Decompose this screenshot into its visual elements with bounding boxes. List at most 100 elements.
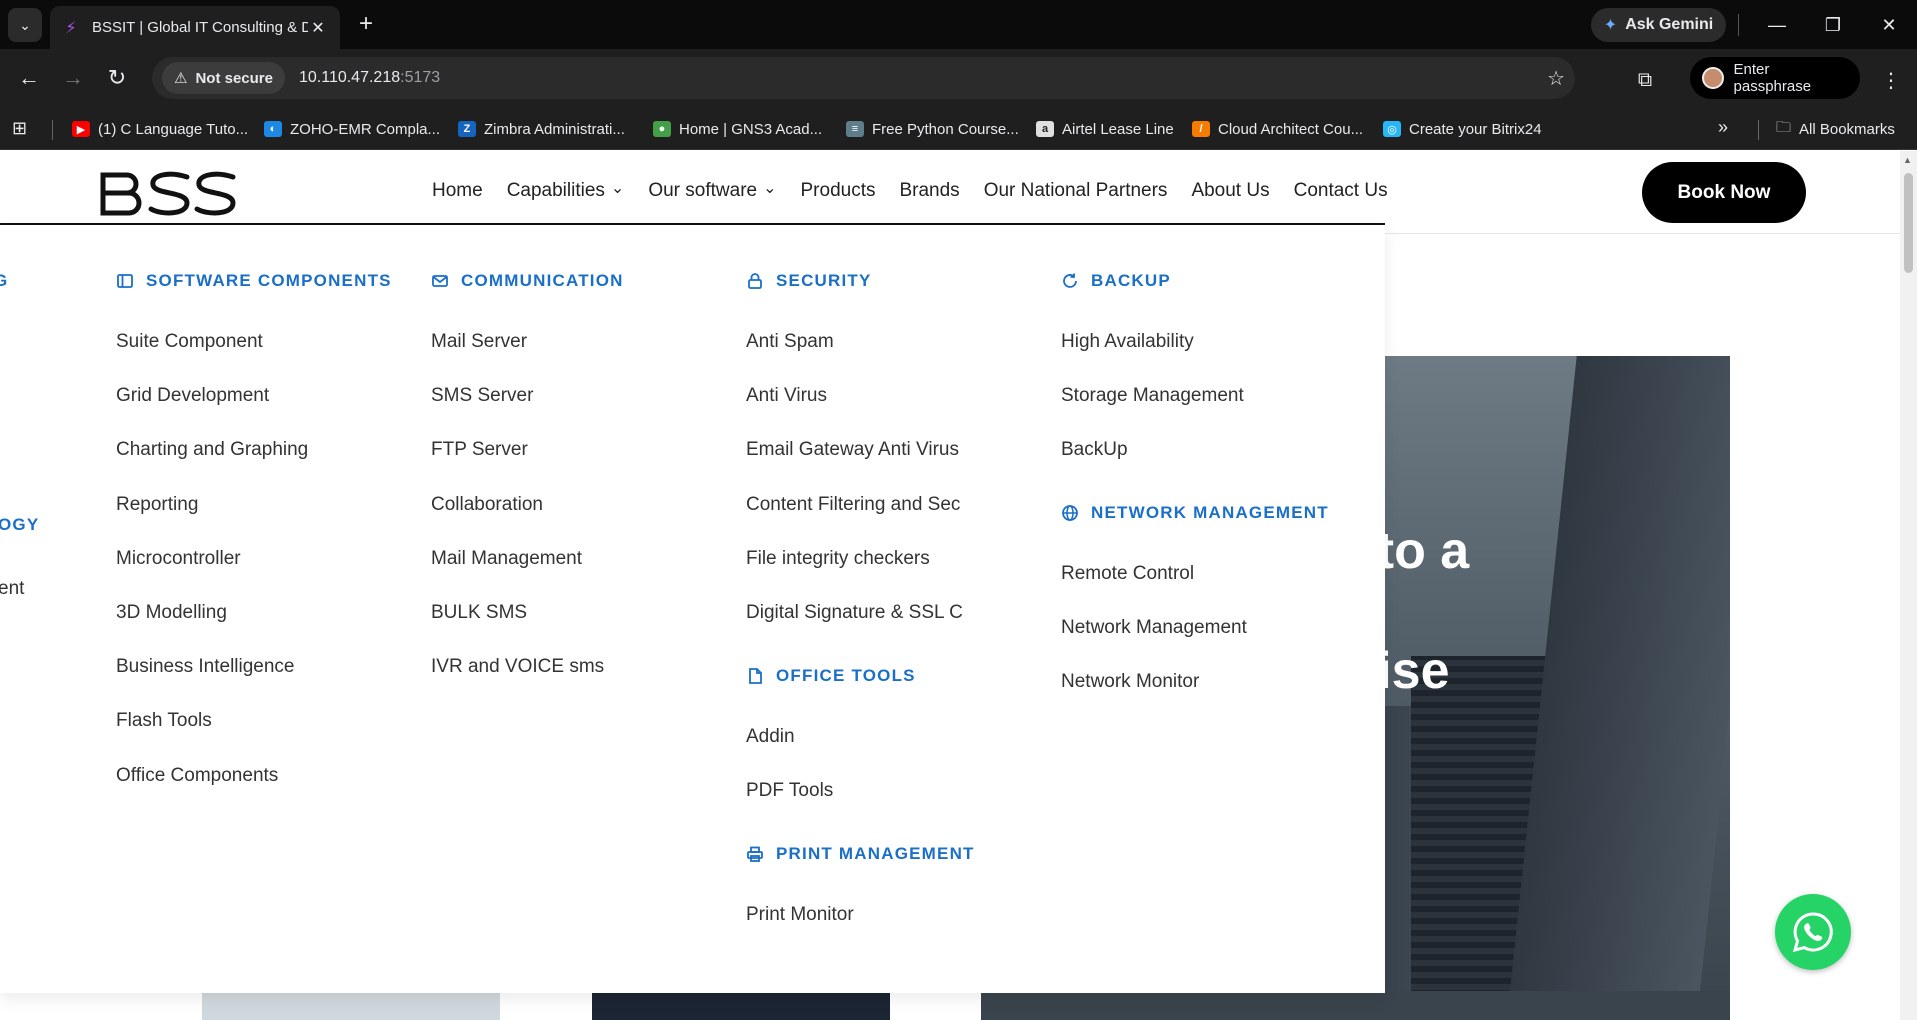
nav-item-our-national-partners[interactable]: Our National Partners [984,180,1168,202]
site-favicon-icon: ⚡ [65,19,77,37]
bookmark-item[interactable]: Z Zimbra Administrati... [458,117,625,141]
bookmark-item[interactable]: ▶ (1) C Language Tuto... [72,117,248,141]
menu-item[interactable]: SMS Server [431,385,533,407]
browser-tab-active[interactable]: ⚡ BSSIT | Global IT Consulting & D ✕ [50,6,340,49]
nav-item-label: Home [432,180,483,201]
card-thumbnail [981,991,1730,1020]
nav-item-label: Our software [648,180,758,201]
bookmark-label: Airtel Lease Line [1062,120,1174,138]
close-window-icon[interactable]: ✕ [1866,8,1912,42]
menu-item[interactable]: Anti Spam [746,331,834,353]
scrollbar-thumb[interactable] [1904,173,1913,273]
bookmark-star-icon[interactable]: ☆ [1547,66,1565,91]
refresh-icon [1063,273,1077,288]
scroll-up-arrow-icon[interactable]: ▲ [1903,155,1912,165]
page-scrollbar[interactable]: ▲ [1900,151,1917,1020]
whatsapp-icon [1792,912,1833,953]
apps-grid-icon[interactable]: ⊞ [12,118,27,139]
menu-item[interactable]: Anti Virus [746,385,827,407]
menu-item[interactable]: Storage Management [1061,385,1244,407]
menu-item[interactable]: High Availability [1061,331,1194,353]
minimize-icon[interactable]: — [1754,8,1800,42]
menu-item[interactable]: Remote Control [1061,563,1194,585]
menu-item[interactable]: Office Components [116,765,278,787]
bookmark-item[interactable]: / Cloud Architect Cou... [1192,117,1363,141]
warning-triangle-icon: ⚠ [174,70,188,87]
avatar [1702,67,1724,89]
address-bar[interactable]: ⚠ Not secure 10.110.47.218:5173 ☆ [152,57,1575,99]
nav-item-capabilities[interactable]: Capabilities ⌄ [507,180,625,202]
reload-icon[interactable]: ↻ [100,61,134,95]
bookmark-favicon-icon: / [1192,121,1210,137]
all-bookmarks-button[interactable]: 🗀 All Bookmarks [1776,117,1895,142]
menu-item[interactable]: Network Monitor [1061,671,1199,693]
kebab-menu-icon[interactable]: ⋮ [1874,63,1908,97]
chevron-down-icon: ⌄ [763,180,777,197]
ask-gemini-button[interactable]: ✦ Ask Gemini [1591,8,1726,42]
window-controls-divider [1738,14,1739,36]
menu-item[interactable]: Mail Server [431,331,527,353]
nav-item-about-us[interactable]: About Us [1191,180,1269,202]
menu-item[interactable]: 3D Modelling [116,602,227,624]
bookmarks-divider [52,120,53,140]
nav-item-contact-us[interactable]: Contact Us [1294,180,1388,202]
bookmark-item[interactable]: ● Home | GNS3 Acad... [653,117,822,141]
menu-item[interactable]: Print Monitor [746,904,854,926]
tab-search-chevron-icon[interactable]: ⌄ [8,8,42,42]
bookmark-item[interactable]: ◎ Create your Bitrix24 [1383,117,1542,141]
gemini-spark-icon: ✦ [1603,17,1618,34]
menu-item[interactable]: File integrity checkers [746,548,930,570]
menu-item-cut[interactable]: ent [0,578,24,600]
menu-item[interactable]: IVR and VOICE sms [431,656,604,678]
bookmark-item[interactable]: a Airtel Lease Line [1036,117,1174,141]
bookmark-label: Create your Bitrix24 [1409,120,1542,138]
bookmark-item[interactable]: ◐ ZOHO-EMR Compla... [264,117,440,141]
restore-icon[interactable]: ❐ [1810,8,1856,42]
url-host: 10.110.47.218 [298,69,401,86]
nav-item-our-software[interactable]: Our software ⌄ [648,180,776,202]
menu-item[interactable]: BULK SMS [431,602,527,624]
menu-item[interactable]: Addin [746,726,795,748]
menu-item[interactable]: Mail Management [431,548,582,570]
section-heading-communication: COMMUNICATION [431,271,624,291]
menu-item[interactable]: Reporting [116,494,198,516]
extensions-puzzle-icon[interactable]: ⧉ [1628,63,1662,97]
menu-item[interactable]: Suite Component [116,331,263,353]
section-heading-label: SECURITY [776,271,872,290]
menu-item[interactable]: BackUp [1061,439,1128,461]
menu-item[interactable]: Business Intelligence [116,656,295,678]
bookmarks-overflow-icon[interactable]: » [1718,117,1728,138]
menu-item[interactable]: Charting and Graphing [116,439,308,461]
not-secure-chip[interactable]: ⚠ Not secure [162,62,285,94]
menu-item[interactable]: Network Management [1061,617,1247,639]
menu-item[interactable]: FTP Server [431,439,528,461]
new-tab-plus-icon[interactable]: + [352,10,380,38]
bookmarks-bar: ⊞ ▶ (1) C Language Tuto... ◐ ZOHO-EMR Compl… [0,108,1917,150]
menu-item[interactable]: PDF Tools [746,780,833,802]
url-text[interactable]: 10.110.47.218:5173 [299,69,440,87]
menu-item[interactable]: Flash Tools [116,710,212,732]
tab-close-icon[interactable]: ✕ [308,18,328,38]
menu-item[interactable]: Email Gateway Anti Virus [746,439,959,461]
bookmark-item[interactable]: ≡ Free Python Course... [846,117,1019,141]
nav-item-products[interactable]: Products [801,180,876,202]
bss-logo[interactable] [99,169,237,219]
profile-label: Enter passphrase [1733,61,1812,95]
profile-button[interactable]: Enter passphrase [1690,57,1860,99]
menu-item[interactable]: Collaboration [431,494,543,516]
globe-icon [1062,505,1078,521]
browser-toolbar: ← → ↻ ⚠ Not secure 10.110.47.218:5173 ☆ … [0,49,1917,108]
nav-item-label: Brands [899,180,960,201]
book-now-button[interactable]: Book Now [1642,162,1806,223]
menu-item[interactable]: Grid Development [116,385,269,407]
nav-item-home[interactable]: Home [432,180,483,202]
nav-item-brands[interactable]: Brands [899,180,959,202]
menu-item[interactable]: Digital Signature & SSL C [746,602,963,624]
forward-arrow-icon[interactable]: → [56,61,90,95]
nav-item-label: Products [800,180,876,201]
back-arrow-icon[interactable]: ← [12,61,46,95]
menu-item[interactable]: Content Filtering and Sec [746,494,960,516]
menu-item[interactable]: Microcontroller [116,548,241,570]
whatsapp-button[interactable] [1775,894,1851,970]
bookmark-favicon-icon: ● [653,121,671,137]
